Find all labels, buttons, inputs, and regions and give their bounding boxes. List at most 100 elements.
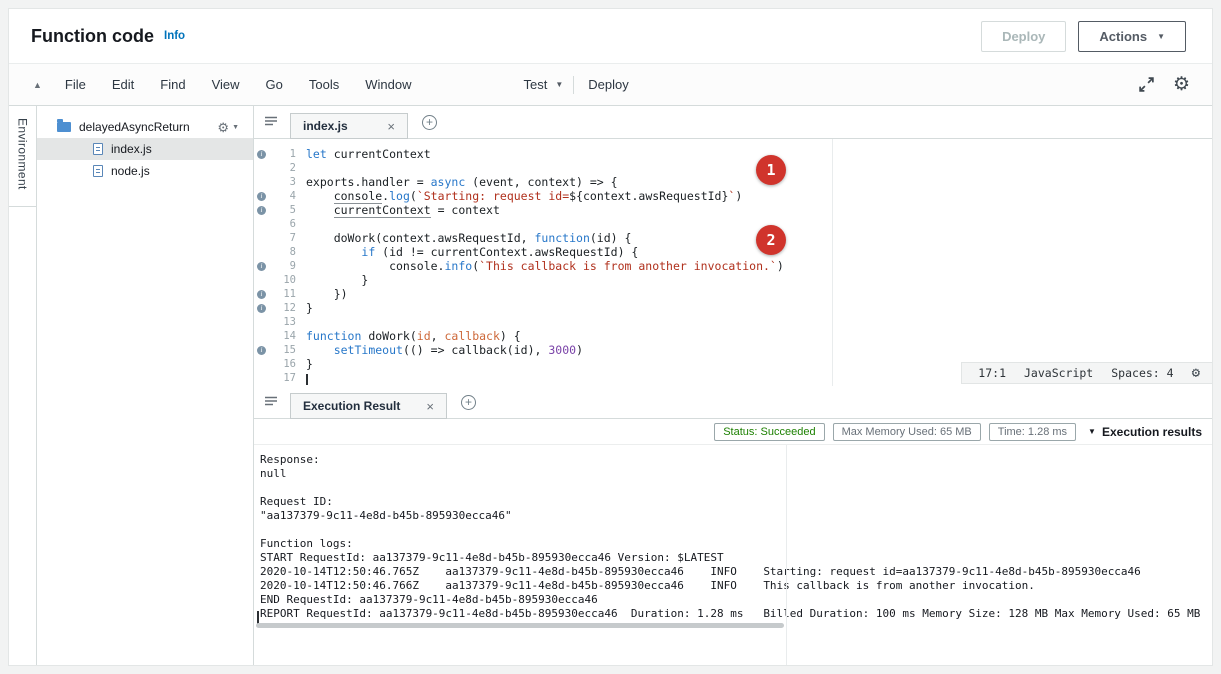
line-number: 3: [270, 175, 306, 189]
code-line[interactable]: 13: [254, 315, 1212, 329]
line-number: 12: [270, 301, 306, 315]
code-text: let currentContext: [306, 147, 431, 161]
folder-icon: [57, 122, 71, 132]
info-gutter-icon: i: [257, 262, 266, 271]
new-tab-button[interactable]: +: [461, 395, 476, 410]
environment-label: Environment: [16, 118, 30, 190]
file-icon: [93, 143, 103, 155]
results-tabbar: Execution Result × +: [254, 386, 1212, 419]
code-line[interactable]: i5 currentContext = context: [254, 203, 1212, 217]
gutter-cell: i: [254, 147, 270, 161]
editor-settings-gear-icon[interactable]: ⚙: [1192, 366, 1200, 380]
gutter-cell: i: [254, 203, 270, 217]
gutter-cell: i: [254, 301, 270, 315]
menu-item-view[interactable]: View: [199, 77, 253, 92]
code-line[interactable]: 2: [254, 161, 1212, 175]
tab-label: index.js: [303, 119, 348, 133]
gutter-cell: [254, 217, 270, 231]
new-tab-button[interactable]: +: [422, 115, 437, 130]
info-gutter-icon: i: [257, 206, 266, 215]
menu-item-file[interactable]: File: [52, 77, 99, 92]
panel-header: Function code Info Deploy Actions ▼: [9, 9, 1212, 63]
gutter-cell: [254, 231, 270, 245]
line-number: 5: [270, 203, 306, 217]
test-button[interactable]: Test: [510, 77, 555, 92]
menu-item-tools[interactable]: Tools: [296, 77, 352, 92]
output-line: "aa137379-9c11-4e8d-b45b-895930ecca46": [260, 509, 1212, 523]
execution-output[interactable]: Response:nullRequest ID:"aa137379-9c11-4…: [254, 445, 1212, 665]
output-line: null: [260, 467, 1212, 481]
code-line[interactable]: i12}: [254, 301, 1212, 315]
menu-items: FileEditFindViewGoToolsWindow: [52, 77, 425, 92]
code-text: exports.handler = async (event, context)…: [306, 175, 618, 189]
tab-index-js[interactable]: index.js ×: [290, 113, 408, 139]
file-icon: [93, 165, 103, 177]
pane-menu-icon[interactable]: [264, 116, 278, 128]
pane-menu-icon[interactable]: [264, 396, 278, 408]
code-line[interactable]: 8 if (id != currentContext.awsRequestId)…: [254, 245, 1212, 259]
code-text: }: [306, 273, 368, 287]
main-area: Environment delayedAsyncReturn ⚙ ▼ index…: [9, 106, 1212, 665]
gutter-cell: i: [254, 189, 270, 203]
print-margin-ruler: [832, 139, 833, 386]
output-line: Function logs:: [260, 537, 1212, 551]
tree-folder-row[interactable]: delayedAsyncReturn ⚙ ▼: [37, 116, 253, 138]
code-text: function doWork(id, callback) {: [306, 329, 521, 343]
code-line[interactable]: 14function doWork(id, callback) {: [254, 329, 1212, 343]
line-number: 2: [270, 161, 306, 175]
gutter-cell: [254, 315, 270, 329]
tree-file-index.js[interactable]: index.js: [37, 138, 253, 160]
info-link[interactable]: Info: [164, 30, 185, 42]
code-line[interactable]: 3exports.handler = async (event, context…: [254, 175, 1212, 189]
cursor-position[interactable]: 17:1: [978, 366, 1006, 380]
output-lines: Response:nullRequest ID:"aa137379-9c11-4…: [260, 453, 1212, 621]
output-line: Response:: [260, 453, 1212, 467]
menu-item-go[interactable]: Go: [253, 77, 296, 92]
environment-tab[interactable]: Environment: [9, 106, 37, 665]
line-number: 14: [270, 329, 306, 343]
tree-file-node.js[interactable]: node.js: [37, 160, 253, 182]
code-line[interactable]: i1let currentContext: [254, 147, 1212, 161]
annotation-badge-1: 1: [756, 155, 786, 185]
ide-settings-gear-icon[interactable]: ⚙: [1173, 75, 1190, 94]
output-line: START RequestId: aa137379-9c11-4e8d-b45b…: [260, 551, 1212, 565]
actions-button[interactable]: Actions ▼: [1078, 21, 1186, 52]
line-number: 16: [270, 357, 306, 371]
ide-menubar: ▲ FileEditFindViewGoToolsWindow Test ▼ D…: [9, 63, 1212, 106]
menu-item-window[interactable]: Window: [352, 77, 424, 92]
code-editor[interactable]: i1let currentContext23exports.handler = …: [254, 139, 1212, 386]
menu-item-find[interactable]: Find: [147, 77, 198, 92]
code-line[interactable]: i9 console.info(`This callback is from a…: [254, 259, 1212, 273]
fullscreen-icon[interactable]: [1138, 76, 1155, 93]
horizontal-scrollbar[interactable]: [256, 623, 784, 628]
editor-statusbar: 17:1 JavaScript Spaces: 4 ⚙: [961, 362, 1212, 384]
gutter-cell: i: [254, 287, 270, 301]
code-line[interactable]: 7 doWork(context.awsRequestId, function(…: [254, 231, 1212, 245]
file-tree: delayedAsyncReturn ⚙ ▼ index.jsnode.js: [37, 106, 254, 665]
line-number: 4: [270, 189, 306, 203]
code-line[interactable]: i15 setTimeout(() => callback(id), 3000): [254, 343, 1212, 357]
close-icon[interactable]: ×: [426, 400, 434, 413]
code-text: setTimeout(() => callback(id), 3000): [306, 343, 583, 357]
folder-name: delayedAsyncReturn: [79, 120, 190, 134]
test-dropdown-icon[interactable]: ▼: [555, 80, 573, 89]
menubar-deploy-item[interactable]: Deploy: [574, 77, 642, 92]
info-gutter-icon: i: [257, 290, 266, 299]
code-line[interactable]: 6: [254, 217, 1212, 231]
code-text: console.log(`Starting: request id=${cont…: [306, 189, 742, 203]
menu-item-edit[interactable]: Edit: [99, 77, 147, 92]
code-text: [306, 371, 308, 385]
folder-settings-button[interactable]: ⚙ ▼: [217, 121, 239, 134]
chevron-down-icon: ▼: [1088, 427, 1096, 436]
close-icon[interactable]: ×: [387, 120, 395, 133]
collapse-panel-icon[interactable]: ▲: [33, 80, 42, 90]
code-line[interactable]: 10 }: [254, 273, 1212, 287]
code-line[interactable]: i4 console.log(`Starting: request id=${c…: [254, 189, 1212, 203]
deploy-button[interactable]: Deploy: [981, 21, 1066, 52]
tab-execution-result[interactable]: Execution Result ×: [290, 393, 447, 419]
language-mode[interactable]: JavaScript: [1024, 366, 1093, 380]
indentation-setting[interactable]: Spaces: 4: [1111, 366, 1173, 380]
execution-results-toggle[interactable]: ▼ Execution results: [1088, 425, 1202, 439]
code-text: }): [306, 287, 348, 301]
code-line[interactable]: i11 }): [254, 287, 1212, 301]
